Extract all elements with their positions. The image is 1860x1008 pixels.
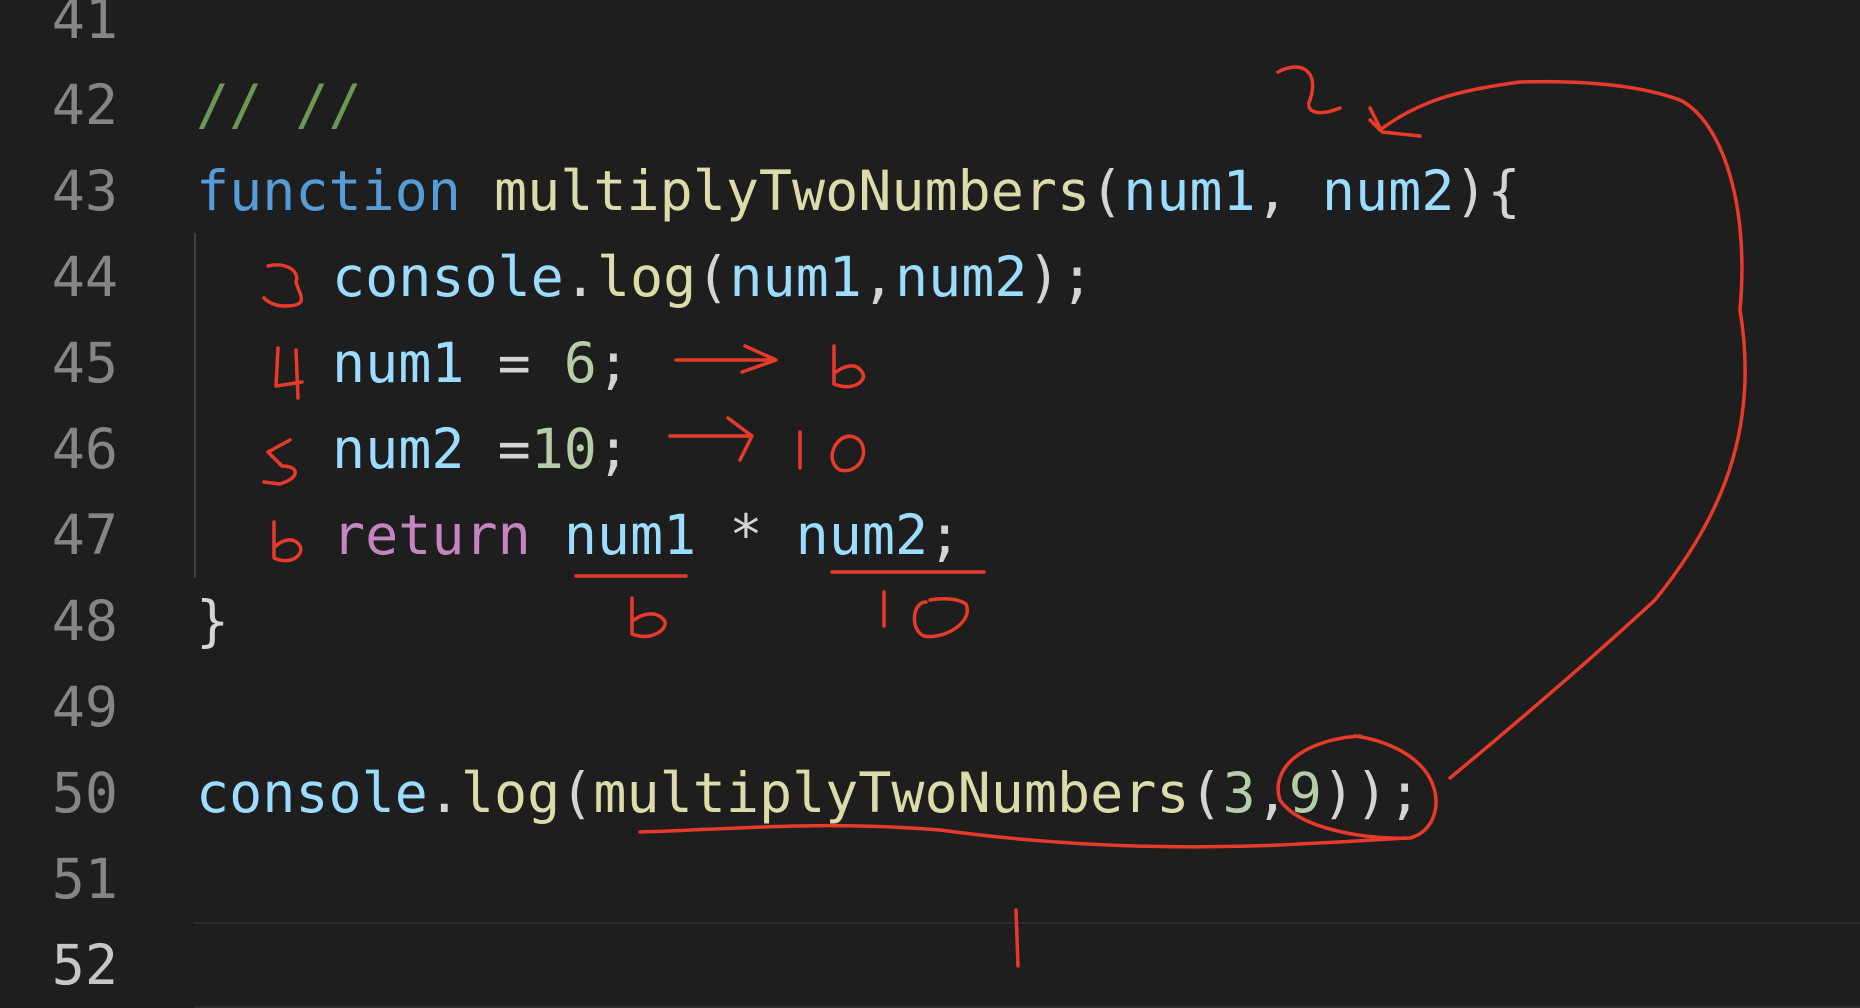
code-line-52[interactable]: 52 <box>0 922 1860 1008</box>
code-text: } <box>196 578 229 664</box>
param-num1: num1 <box>1123 159 1256 223</box>
brace-open: ){ <box>1454 159 1521 223</box>
code-line-44[interactable]: 44 console.log(num1,num2); <box>0 234 1860 320</box>
code-line-47[interactable]: 47 return num1 * num2; <box>0 492 1860 578</box>
paren-close: )); <box>1321 761 1422 825</box>
paren-close: ); <box>1027 245 1094 309</box>
line-number: 50 <box>51 761 118 825</box>
comma: , <box>861 245 895 309</box>
code-line-43[interactable]: 43 function multiplyTwoNumbers(num1, num… <box>0 148 1860 234</box>
line-number: 48 <box>51 589 118 653</box>
log-method: log <box>460 761 561 825</box>
semicolon: ; <box>928 503 962 567</box>
line-number: 45 <box>51 331 118 395</box>
code-line-41[interactable]: 41 <box>0 0 1860 62</box>
param-num2: num2 <box>1321 159 1455 223</box>
var-num1: num1 <box>332 331 465 395</box>
code-text: num2 =10; <box>332 406 630 492</box>
arg-num1: num1 <box>729 245 862 309</box>
line-number: 46 <box>51 417 118 481</box>
function-call: multiplyTwoNumbers <box>593 761 1190 825</box>
multiply-operator: * <box>696 503 796 567</box>
code-text: function multiplyTwoNumbers(num1, num2){ <box>196 148 1521 234</box>
code-line-45[interactable]: 45 num1 = 6; <box>0 320 1860 406</box>
var-num1: num1 <box>563 503 697 567</box>
code-text: console.log(num1,num2); <box>332 234 1094 320</box>
code-line-51[interactable]: 51 <box>0 836 1860 922</box>
code-line-50[interactable]: 50 console.log(multiplyTwoNumbers(3,9)); <box>0 750 1860 836</box>
paren: ( <box>1189 761 1223 825</box>
line-number: 42 <box>51 73 118 137</box>
number-literal: 6 <box>563 331 597 395</box>
line-number: 47 <box>51 503 118 567</box>
line-number: 44 <box>51 245 118 309</box>
paren: ( <box>1090 159 1124 223</box>
code-line-42[interactable]: 42 // // <box>0 62 1860 148</box>
assign: = <box>464 417 531 481</box>
console-object: console <box>196 761 428 825</box>
dot: . <box>563 245 597 309</box>
arg-3: 3 <box>1222 761 1256 825</box>
comma: , <box>1255 761 1289 825</box>
brace-close: } <box>196 589 230 653</box>
console-object: console <box>332 245 564 309</box>
line-number: 52 <box>51 933 118 997</box>
number-literal: 10 <box>530 417 597 481</box>
arg-num2: num2 <box>894 245 1028 309</box>
dot: . <box>427 761 461 825</box>
keyword-function: function <box>196 159 461 223</box>
line-number: 51 <box>51 847 118 911</box>
var-num2: num2 <box>795 503 929 567</box>
arg-9: 9 <box>1288 761 1322 825</box>
log-method: log <box>596 245 697 309</box>
code-line-46[interactable]: 46 num2 =10; <box>0 406 1860 492</box>
line-number: 49 <box>51 675 118 739</box>
code-editor[interactable]: 41 42 // // 43 function multiplyTwoNumbe… <box>0 0 1860 1008</box>
line-number: 41 <box>51 0 118 51</box>
assign: = <box>464 331 564 395</box>
code-line-49[interactable]: 49 <box>0 664 1860 750</box>
semicolon: ; <box>596 331 631 395</box>
var-num2: num2 <box>332 417 465 481</box>
semicolon: ; <box>596 417 631 481</box>
code-text: num1 = 6; <box>332 320 630 406</box>
code-text: return num1 * num2; <box>332 492 961 578</box>
comma: , <box>1255 159 1322 223</box>
paren: ( <box>696 245 730 309</box>
line-number: 43 <box>51 159 118 223</box>
code-text: console.log(multiplyTwoNumbers(3,9)); <box>196 750 1421 836</box>
comment: // // <box>196 73 362 137</box>
paren: ( <box>560 761 594 825</box>
keyword-return: return <box>332 503 531 567</box>
function-name: multiplyTwoNumbers <box>494 159 1091 223</box>
code-line-48[interactable]: 48 } <box>0 578 1860 664</box>
